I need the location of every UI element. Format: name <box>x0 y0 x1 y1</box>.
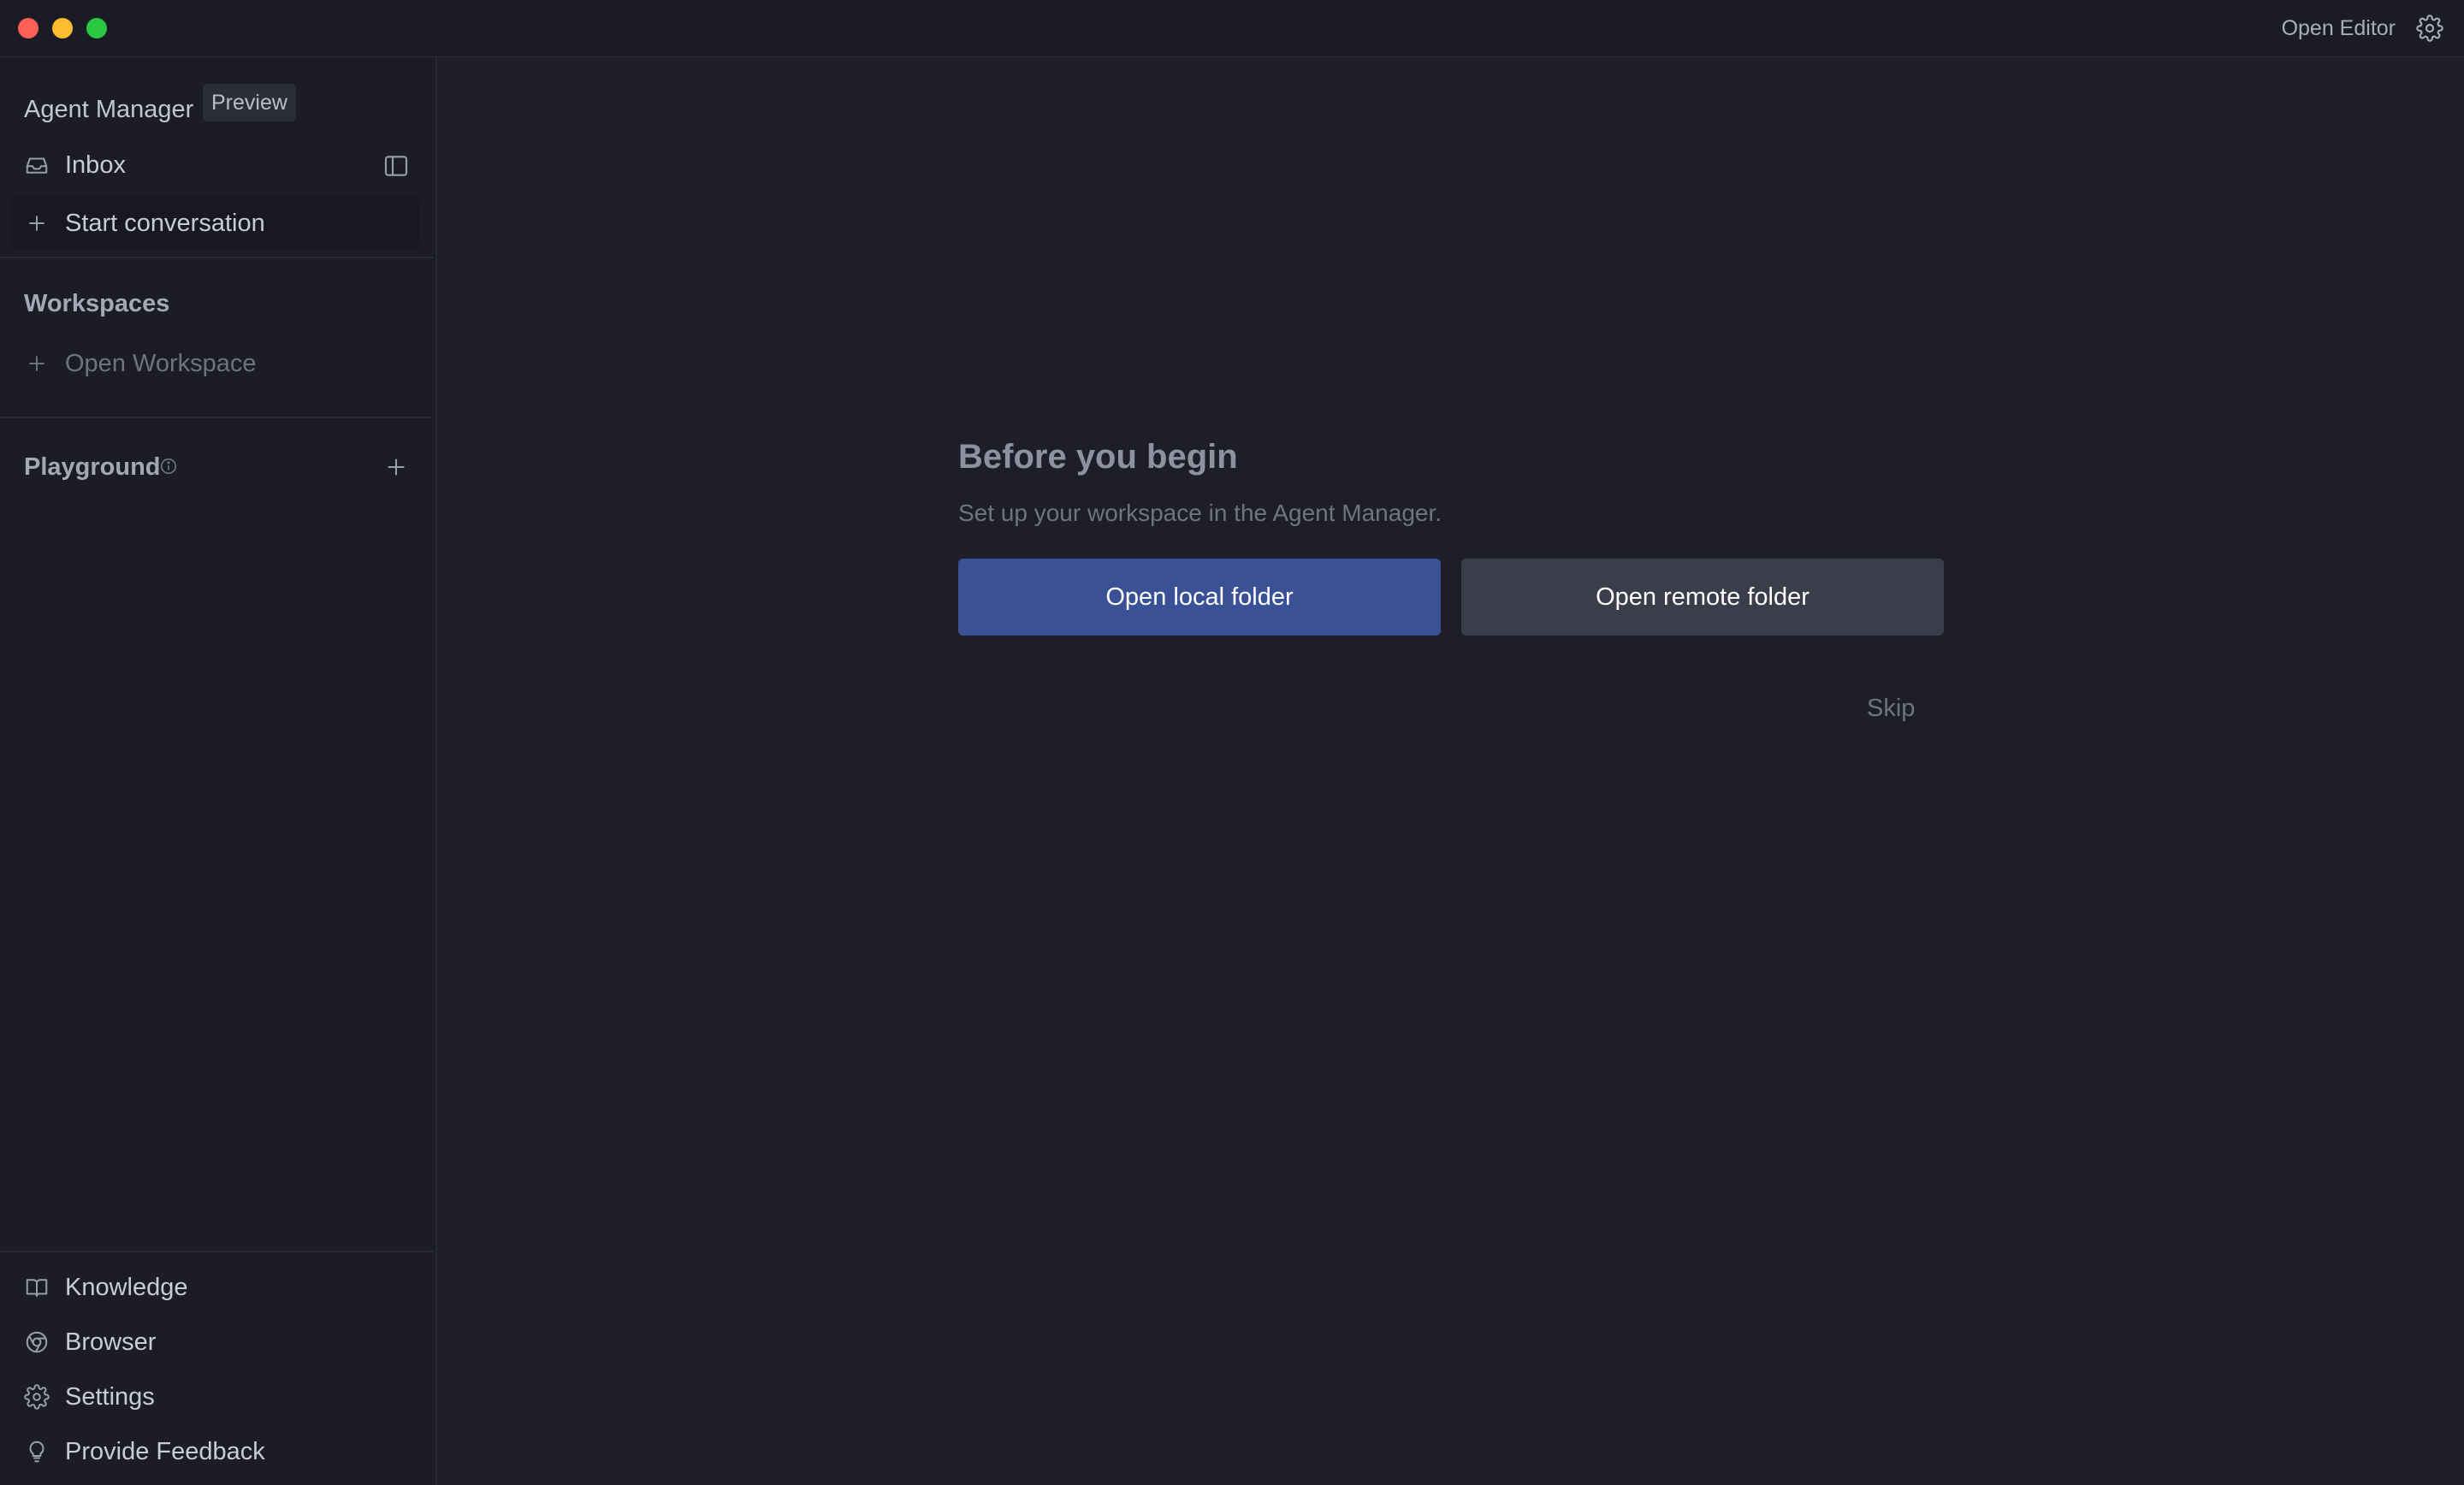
divider <box>0 417 434 418</box>
open-local-folder-button[interactable]: Open local folder <box>958 559 1441 636</box>
sidebar-item-browser[interactable]: Browser <box>24 1320 156 1364</box>
app-title: Agent Manager <box>24 96 194 123</box>
sidebar-item-settings[interactable]: Settings <box>24 1375 155 1419</box>
preview-badge: Preview <box>203 84 296 121</box>
gear-icon[interactable] <box>2416 15 2443 42</box>
inbox-icon <box>24 152 50 178</box>
sidebar-item-knowledge[interactable]: Knowledge <box>24 1265 188 1310</box>
main-content <box>437 57 2464 1485</box>
start-conversation-row[interactable]: Start conversation <box>24 201 265 246</box>
sidebar: Agent Manager Preview Inbox Start conver… <box>0 57 437 1485</box>
sidebar-item-label: Browser <box>65 1328 157 1356</box>
sidebar-item-provide-feedback[interactable]: Provide Feedback <box>24 1429 265 1474</box>
divider <box>0 1251 434 1252</box>
close-window-button[interactable] <box>18 18 38 38</box>
open-workspace-label: Open Workspace <box>65 349 257 377</box>
maximize-window-button[interactable] <box>86 18 107 38</box>
plus-icon <box>24 351 50 376</box>
sidebar-item-label: Provide Feedback <box>65 1437 265 1465</box>
start-conversation-label: Start conversation <box>65 209 265 237</box>
plus-icon <box>24 210 50 236</box>
sidebar-item-label: Knowledge <box>65 1273 188 1301</box>
sidebar-item-label: Inbox <box>65 151 126 179</box>
gear-icon <box>24 1384 50 1410</box>
book-icon <box>24 1275 50 1300</box>
add-playground-button[interactable] <box>384 455 408 479</box>
minimize-window-button[interactable] <box>52 18 73 38</box>
open-editor-button[interactable]: Open Editor <box>2282 15 2396 42</box>
info-icon[interactable] <box>159 457 178 476</box>
title-bar: Open Editor <box>0 0 2464 57</box>
playground-heading: Playground <box>24 453 161 481</box>
open-workspace-button[interactable]: Open Workspace <box>24 341 257 386</box>
open-remote-folder-button[interactable]: Open remote folder <box>1461 559 1944 636</box>
page-title: Before you begin <box>958 438 1238 476</box>
chrome-icon <box>24 1329 50 1355</box>
sidebar-item-inbox[interactable]: Inbox <box>24 143 126 187</box>
divider <box>0 257 434 258</box>
workspaces-heading: Workspaces <box>24 290 170 317</box>
page-subtitle: Set up your workspace in the Agent Manag… <box>958 500 1442 526</box>
skip-button[interactable]: Skip <box>1867 689 1915 727</box>
sidebar-item-label: Settings <box>65 1382 155 1411</box>
sidebar-toggle-icon[interactable] <box>382 152 410 180</box>
lightbulb-icon <box>24 1439 50 1464</box>
